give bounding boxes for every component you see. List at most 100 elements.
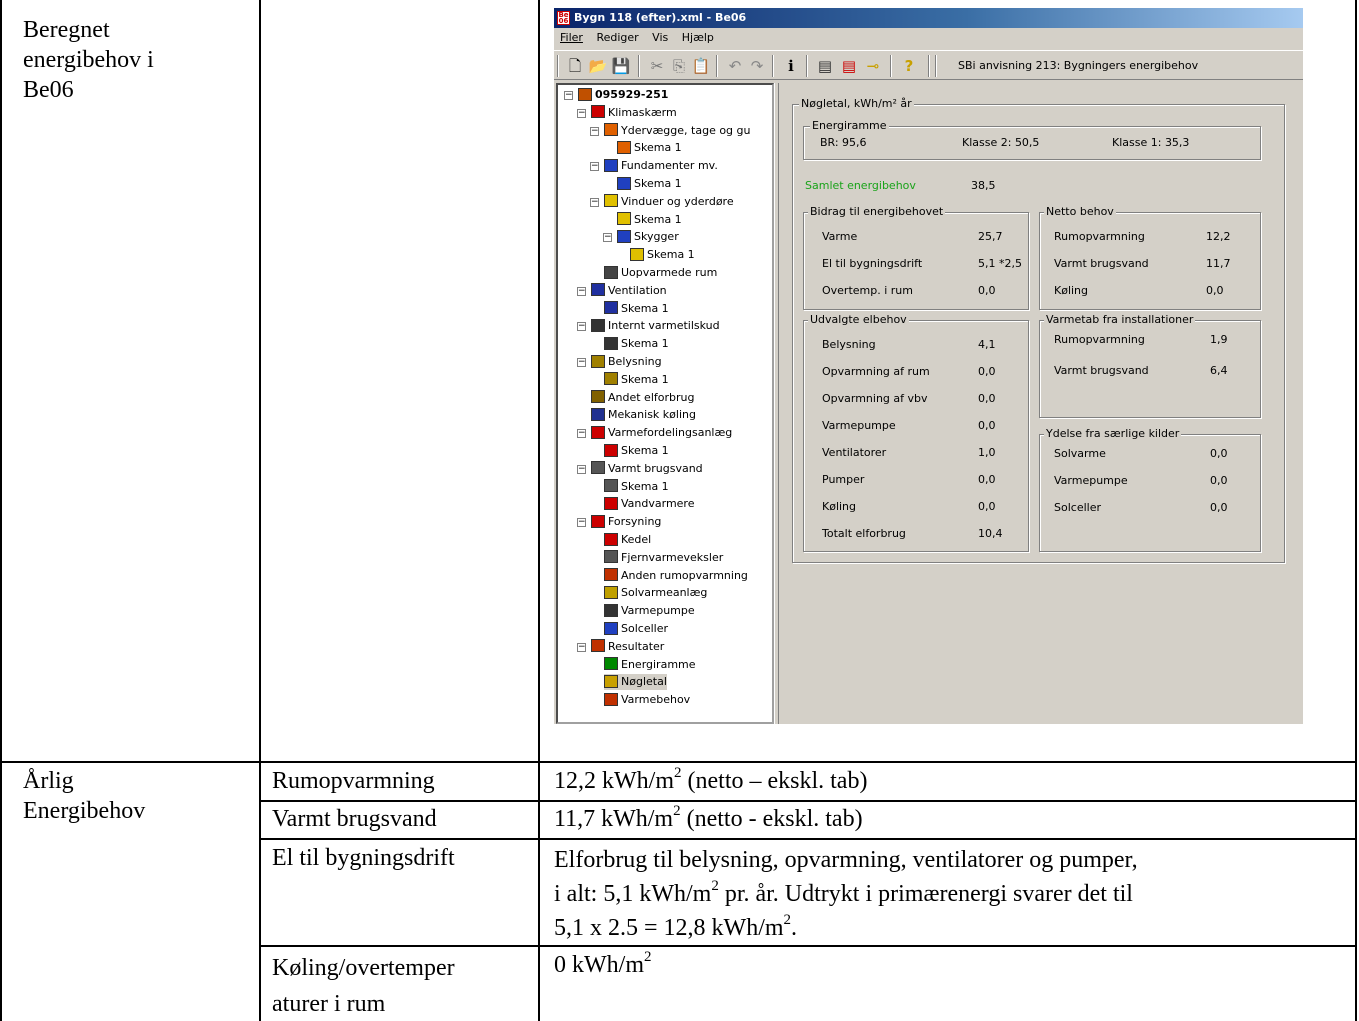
item-label: Varmt brugsvand: [272, 806, 437, 832]
tree-node[interactable]: Klimaskærm: [591, 105, 677, 121]
tree-node-label: Skema 1: [634, 141, 682, 155]
tree-node[interactable]: Ydervægge, tage og gu: [604, 123, 751, 139]
tree-collapse-toggle[interactable]: −: [577, 518, 586, 528]
tree-node[interactable]: Forsyning: [591, 514, 661, 530]
open-folder-icon[interactable]: 📂: [587, 55, 609, 77]
tree-node-label: Solceller: [621, 622, 668, 635]
tree-node[interactable]: Solceller: [604, 621, 668, 637]
tree-node[interactable]: Resultater: [591, 639, 664, 655]
tree-node[interactable]: Skema 1: [617, 140, 682, 156]
tree-node[interactable]: Skema 1: [617, 212, 682, 228]
tree-node[interactable]: Skema 1: [604, 372, 669, 388]
doc-report-icon[interactable]: ▤: [814, 55, 836, 77]
abc-report-icon[interactable]: ▤: [838, 55, 860, 77]
info-icon[interactable]: ℹ: [780, 55, 802, 77]
tree-node[interactable]: Uopvarmede rum: [604, 265, 717, 281]
tree-node[interactable]: 095929-251: [578, 87, 668, 103]
tree-collapse-toggle[interactable]: −: [577, 429, 586, 439]
tree-node-label: Nøgletal: [621, 675, 667, 689]
tree-node-label: Varmebehov: [621, 693, 691, 707]
tree-node[interactable]: Internt varmetilskud: [591, 318, 720, 334]
tree-node[interactable]: Kedel: [604, 532, 651, 548]
paste-icon[interactable]: 📋: [690, 55, 712, 77]
tree-node[interactable]: Skema 1: [604, 336, 669, 352]
tree-node[interactable]: Energiramme: [604, 657, 696, 673]
hot-water-icon: [591, 461, 605, 475]
window-title: Bygn 118 (efter).xml - Be06: [574, 11, 747, 24]
tree-node[interactable]: Skema 1: [604, 479, 669, 495]
tree-node[interactable]: Skema 1: [617, 176, 682, 192]
tree-collapse-toggle[interactable]: −: [577, 322, 586, 332]
internal-heat-icon: [591, 318, 605, 332]
row-label: Solvarme: [1054, 447, 1106, 460]
tree-node-label: Klimaskærm: [608, 105, 677, 119]
tree-collapse-toggle[interactable]: −: [590, 197, 599, 207]
tree-collapse-toggle[interactable]: −: [577, 642, 586, 652]
tree-node-label: Uopvarmede rum: [621, 266, 718, 279]
tree-collapse-toggle[interactable]: −: [590, 126, 599, 136]
ventilation-icon: [591, 283, 605, 297]
tree-node[interactable]: Varmebehov: [604, 692, 690, 708]
tree-collapse-toggle[interactable]: −: [590, 162, 599, 172]
tree-node[interactable]: Skema 1: [604, 443, 669, 459]
tree-node[interactable]: Fjernvarmeveksler: [604, 550, 723, 566]
value-text: pr. år. Udtrykt i primærenergi svarer de…: [718, 881, 1133, 907]
item-label: Køling/overtemper aturer i rum: [272, 950, 455, 1021]
tree-node[interactable]: Nøgletal: [604, 674, 667, 691]
undo-icon[interactable]: ↶: [724, 55, 746, 77]
tree-node[interactable]: Mekanisk køling: [591, 407, 696, 423]
pane-splitter[interactable]: [774, 83, 779, 724]
tree-collapse-toggle[interactable]: −: [603, 233, 612, 243]
menu-hjaelp[interactable]: Hjælp: [682, 31, 714, 44]
tree-node[interactable]: Vandvarmere: [604, 496, 694, 512]
tree-node[interactable]: Skema 1: [604, 301, 669, 317]
tree-node-label: Vandvarmere: [621, 497, 695, 511]
copy-icon[interactable]: ⎘: [668, 55, 690, 77]
tree-node[interactable]: Vinduer og yderdøre: [604, 194, 734, 210]
tree-node-label: Varmepumpe: [621, 604, 695, 618]
save-icon[interactable]: 💾: [610, 55, 632, 77]
row-label: Belysning: [822, 338, 876, 351]
item-value: 11,7 kWh/m2 (netto - ekskl. tab): [554, 804, 863, 834]
tree-node[interactable]: Varmefordelingsanlæg: [591, 425, 732, 441]
table-border-left: [0, 0, 2, 1021]
row-value: 6,4: [1210, 364, 1228, 377]
tree-collapse-toggle[interactable]: −: [577, 464, 586, 474]
tree-node[interactable]: Ventilation: [591, 283, 667, 299]
tree-node[interactable]: Varmt brugsvand: [591, 461, 703, 477]
tree-node[interactable]: Varmepumpe: [604, 603, 695, 619]
tree-collapse-toggle[interactable]: −: [577, 358, 586, 367]
tree-node[interactable]: Andet elforbrug: [591, 390, 694, 406]
tree-node[interactable]: Anden rumopvarmning: [604, 568, 748, 584]
help-icon[interactable]: ?: [898, 55, 920, 77]
group-title: Energiramme: [810, 119, 889, 132]
menu-filer[interactable]: Filer: [560, 31, 583, 44]
cut-icon[interactable]: ✂: [646, 55, 668, 77]
redo-icon[interactable]: ↷: [746, 55, 768, 77]
group-title: Netto behov: [1044, 205, 1116, 218]
tree-node-label: Skema 1: [634, 177, 682, 190]
tree-node[interactable]: Skema 1: [630, 247, 695, 263]
value-text: .: [791, 915, 798, 941]
key-icon: [604, 674, 618, 688]
key-icon[interactable]: ⊸: [862, 55, 884, 77]
row-label: Varmepumpe: [1054, 474, 1128, 487]
netto-group: Netto behov Rumopvarmning 12,2 Varmt brugs…: [1039, 206, 1261, 310]
tree-node[interactable]: Skygger: [617, 229, 679, 245]
row-label: Køling: [822, 500, 857, 513]
row-value: 25,7: [978, 230, 1003, 243]
new-file-icon[interactable]: 🗋: [564, 55, 586, 77]
tree-collapse-toggle[interactable]: −: [564, 91, 573, 100]
menu-vis[interactable]: Vis: [652, 31, 668, 44]
tree-collapse-toggle[interactable]: −: [577, 286, 586, 296]
row-value: 0,0: [978, 284, 996, 297]
tree-node[interactable]: Solvarmeanlæg: [604, 585, 707, 601]
tree-node[interactable]: Fundamenter mv.: [604, 158, 718, 174]
klasse2-value: Klasse 2: 50,5: [962, 136, 1040, 149]
navigation-tree[interactable]: 095929-251− Klimaskærm − Ydervægge, tage og…: [556, 83, 774, 724]
tree-collapse-toggle[interactable]: −: [577, 108, 586, 118]
foundation-icon: [604, 158, 618, 172]
tree-node[interactable]: Belysning: [591, 354, 662, 370]
unheated-room-icon: [604, 265, 618, 279]
menu-rediger[interactable]: Rediger: [596, 31, 638, 44]
